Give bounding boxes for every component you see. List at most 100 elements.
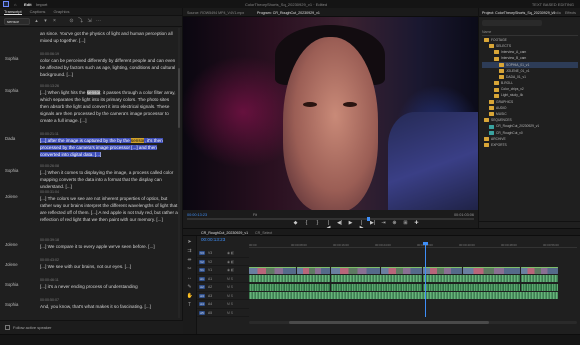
menu-edit[interactable]: Edit: [24, 2, 32, 7]
razor-tool-icon[interactable]: ✂: [187, 266, 193, 272]
video-clip[interactable]: [331, 266, 380, 274]
tab-sequence-select[interactable]: CR_Select: [255, 231, 272, 235]
close-icon[interactable]: ×: [52, 18, 57, 24]
export-frame-icon[interactable]: ⊞: [403, 221, 408, 226]
tab-program-monitor[interactable]: Program: CR_RoughCut_20230929_v1: [257, 11, 320, 15]
tab-sequence-roughcut[interactable]: CR_RoughCut_20230929_v1: [201, 231, 248, 235]
selection-tool-icon[interactable]: ➤: [187, 239, 193, 245]
track-lane[interactable]: [249, 258, 577, 266]
track-mute-solo-icon[interactable]: M S: [227, 302, 233, 306]
go-to-in-icon[interactable]: |◀: [326, 221, 331, 231]
speaker-label[interactable]: Sophia: [5, 282, 18, 287]
speaker-label[interactable]: Jolene: [5, 242, 18, 247]
tab-media[interactable]: Media: [551, 11, 561, 15]
mark-in-icon[interactable]: {: [304, 221, 309, 226]
track-lane[interactable]: [249, 309, 577, 317]
audio-clip[interactable]: [521, 275, 558, 282]
video-clip[interactable]: [297, 266, 330, 274]
transcript-segment[interactable]: Sophia 00:00:06:19 color can be perceive…: [0, 52, 180, 78]
timeline-playhead[interactable]: [423, 242, 428, 317]
track-header[interactable]: A1 A1 M S: [197, 275, 249, 283]
track-mute-solo-icon[interactable]: M S: [227, 294, 233, 298]
step-forward-icon[interactable]: |▶: [359, 221, 364, 231]
track-target-toggle[interactable]: V2: [199, 259, 205, 264]
scrollbar-thumb[interactable]: [178, 68, 180, 128]
track-lane[interactable]: [249, 266, 577, 274]
transcript-segment[interactable]: Sophia 00:00:46:11 [...] it's a never en…: [0, 278, 180, 294]
speaker-label[interactable]: Jolene: [5, 194, 18, 199]
track-header[interactable]: A2 A2 M S: [197, 283, 249, 292]
follow-speaker-checkbox[interactable]: [5, 325, 10, 330]
search-down-icon[interactable]: ▾: [43, 18, 48, 24]
timeline-ruler[interactable]: 00:00 00:00:08:00 00:00:16:00 00:00:24:00 00…: [249, 243, 577, 248]
track-target-toggle[interactable]: A4: [199, 302, 205, 306]
timeline-scrollbar[interactable]: [249, 321, 577, 324]
type-tool-icon[interactable]: T: [187, 302, 193, 308]
search-match[interactable]: sensor: [130, 138, 145, 143]
menu-home[interactable]: ⌂: [14, 2, 16, 7]
add-marker-icon[interactable]: ◆: [293, 221, 298, 226]
transcript-segment[interactable]: Jolene 00:00:31:04 [...] The colors we s…: [0, 190, 180, 230]
audio-clip[interactable]: [423, 283, 520, 291]
audio-clip[interactable]: [249, 283, 330, 291]
ripple-edit-tool-icon[interactable]: ⇹: [187, 257, 193, 263]
video-clip[interactable]: [463, 266, 520, 274]
track-mute-solo-icon[interactable]: M S: [227, 285, 233, 289]
search-current-match[interactable]: sensor: [86, 90, 101, 95]
scrollbar-thumb[interactable]: [289, 321, 489, 324]
tab-project[interactable]: Project: ColorTheoryShorts_Sq_20230929_v…: [482, 11, 556, 15]
mark-out-icon[interactable]: }: [315, 221, 320, 226]
workspace-label[interactable]: TEXT BASED EDITING: [532, 2, 574, 7]
video-clip[interactable]: [521, 266, 558, 274]
track-header[interactable]: V2 V2 ◉ ◧: [197, 258, 249, 266]
track-select-tool-icon[interactable]: ⇉: [187, 248, 193, 254]
track-header[interactable]: V1 V1 ◉ ◧: [197, 266, 249, 275]
speaker-label[interactable]: Jolene: [5, 262, 18, 267]
play-icon[interactable]: ▶: [348, 221, 353, 226]
tab-graphics[interactable]: Graphics: [53, 9, 69, 14]
insert-icon[interactable]: ⤵: [78, 18, 83, 24]
track-mute-solo-icon[interactable]: M S: [227, 277, 233, 281]
speaker-label[interactable]: Sophia: [5, 302, 18, 307]
button-editor-icon[interactable]: ✚: [414, 221, 419, 226]
program-scrubber[interactable]: [187, 217, 474, 221]
transcript-search-input[interactable]: sensor: [4, 17, 30, 25]
program-timecode[interactable]: 00:00:13:23: [187, 213, 207, 217]
hand-tool-icon[interactable]: ✋: [187, 293, 193, 299]
transcript-scrollbar[interactable]: [178, 28, 180, 318]
track-target-toggle[interactable]: A5: [199, 310, 205, 315]
pen-tool-icon[interactable]: ✎: [187, 284, 193, 290]
audio-clip[interactable]: [249, 292, 558, 299]
audio-clip[interactable]: [249, 275, 330, 282]
tab-source-monitor[interactable]: Source: ROW5494 MP4_V4V1.mpx: [187, 11, 244, 15]
project-bin-item[interactable]: EXPORTS: [482, 142, 578, 148]
track-lane[interactable]: [249, 283, 577, 291]
speaker-icon[interactable]: ⊙: [69, 18, 74, 24]
track-lane[interactable]: [249, 249, 577, 257]
track-target-toggle[interactable]: A3: [199, 293, 205, 298]
timeline-timecode[interactable]: 00:00:13:23: [201, 237, 225, 242]
speaker-label[interactable]: Sophia: [5, 168, 18, 173]
slip-tool-icon[interactable]: ↔: [187, 275, 193, 281]
speaker-label[interactable]: Sophia: [5, 56, 18, 61]
audio-clip[interactable]: [331, 283, 422, 291]
track-visibility-icon[interactable]: ◉ ◧: [227, 268, 234, 272]
transcript-segment[interactable]: Sophia 00:00:13:26 [...] When light hits…: [0, 84, 180, 126]
project-column-header[interactable]: Name: [482, 30, 578, 36]
track-visibility-icon[interactable]: ◉ ◧: [227, 251, 234, 255]
track-target-toggle[interactable]: A2: [199, 285, 205, 289]
track-header[interactable]: A3 A3 M S: [197, 292, 249, 300]
transcript-segment[interactable]: Jolene 00:00:43:02 [...] We see with our…: [0, 258, 180, 274]
track-header[interactable]: A4 A4 M S: [197, 300, 249, 309]
tab-captions[interactable]: Captions: [30, 9, 46, 14]
track-visibility-icon[interactable]: ◉ ◧: [227, 260, 234, 264]
step-back-icon[interactable]: ◀|: [337, 221, 342, 226]
video-clip[interactable]: [381, 266, 422, 274]
track-header[interactable]: V3 V3 ◉ ◧: [197, 249, 249, 258]
zoom-fit-dropdown[interactable]: Fit: [253, 213, 257, 217]
track-target-toggle[interactable]: V3: [199, 251, 205, 255]
search-up-icon[interactable]: ▴: [34, 18, 39, 24]
audio-clip[interactable]: [521, 283, 558, 291]
video-clip[interactable]: [423, 266, 462, 274]
transcript-segment-selected[interactable]: Dada 00:00:21:11 [...] after the image i…: [0, 132, 180, 158]
